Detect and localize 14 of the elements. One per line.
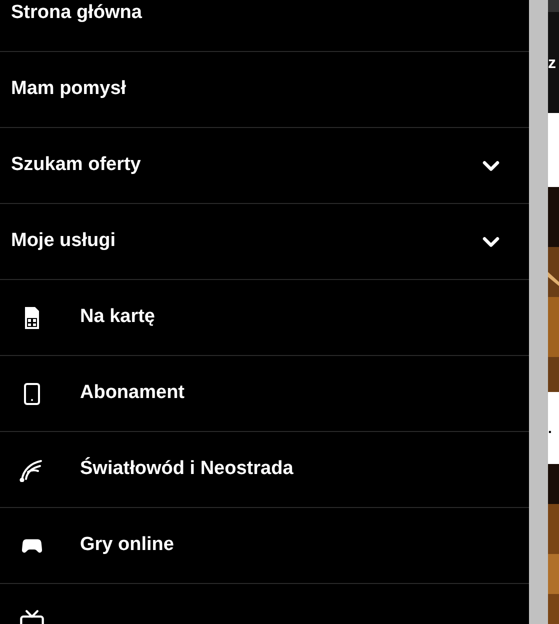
fiber-strands-icon [19, 458, 45, 482]
menu-item[interactable]: Szukam oferty [11, 151, 141, 180]
menu-item[interactable]: Moje usługi [11, 227, 116, 256]
submenu-item[interactable]: Światłowód i Neostrada [80, 455, 294, 484]
page-text: . [548, 421, 552, 436]
submenu-item[interactable]: Na kartę [80, 303, 155, 332]
scrollbar[interactable] [529, 0, 548, 624]
menu-item[interactable]: Mam pomysł [11, 75, 126, 104]
submenu-item[interactable]: Gry online [80, 531, 174, 560]
page-text: z [548, 56, 557, 72]
menu-item[interactable]: Strona główna [11, 0, 142, 28]
header-bar [548, 0, 559, 12]
submenu-item[interactable]: Abonament [80, 379, 184, 408]
sim-card-icon [24, 306, 40, 330]
